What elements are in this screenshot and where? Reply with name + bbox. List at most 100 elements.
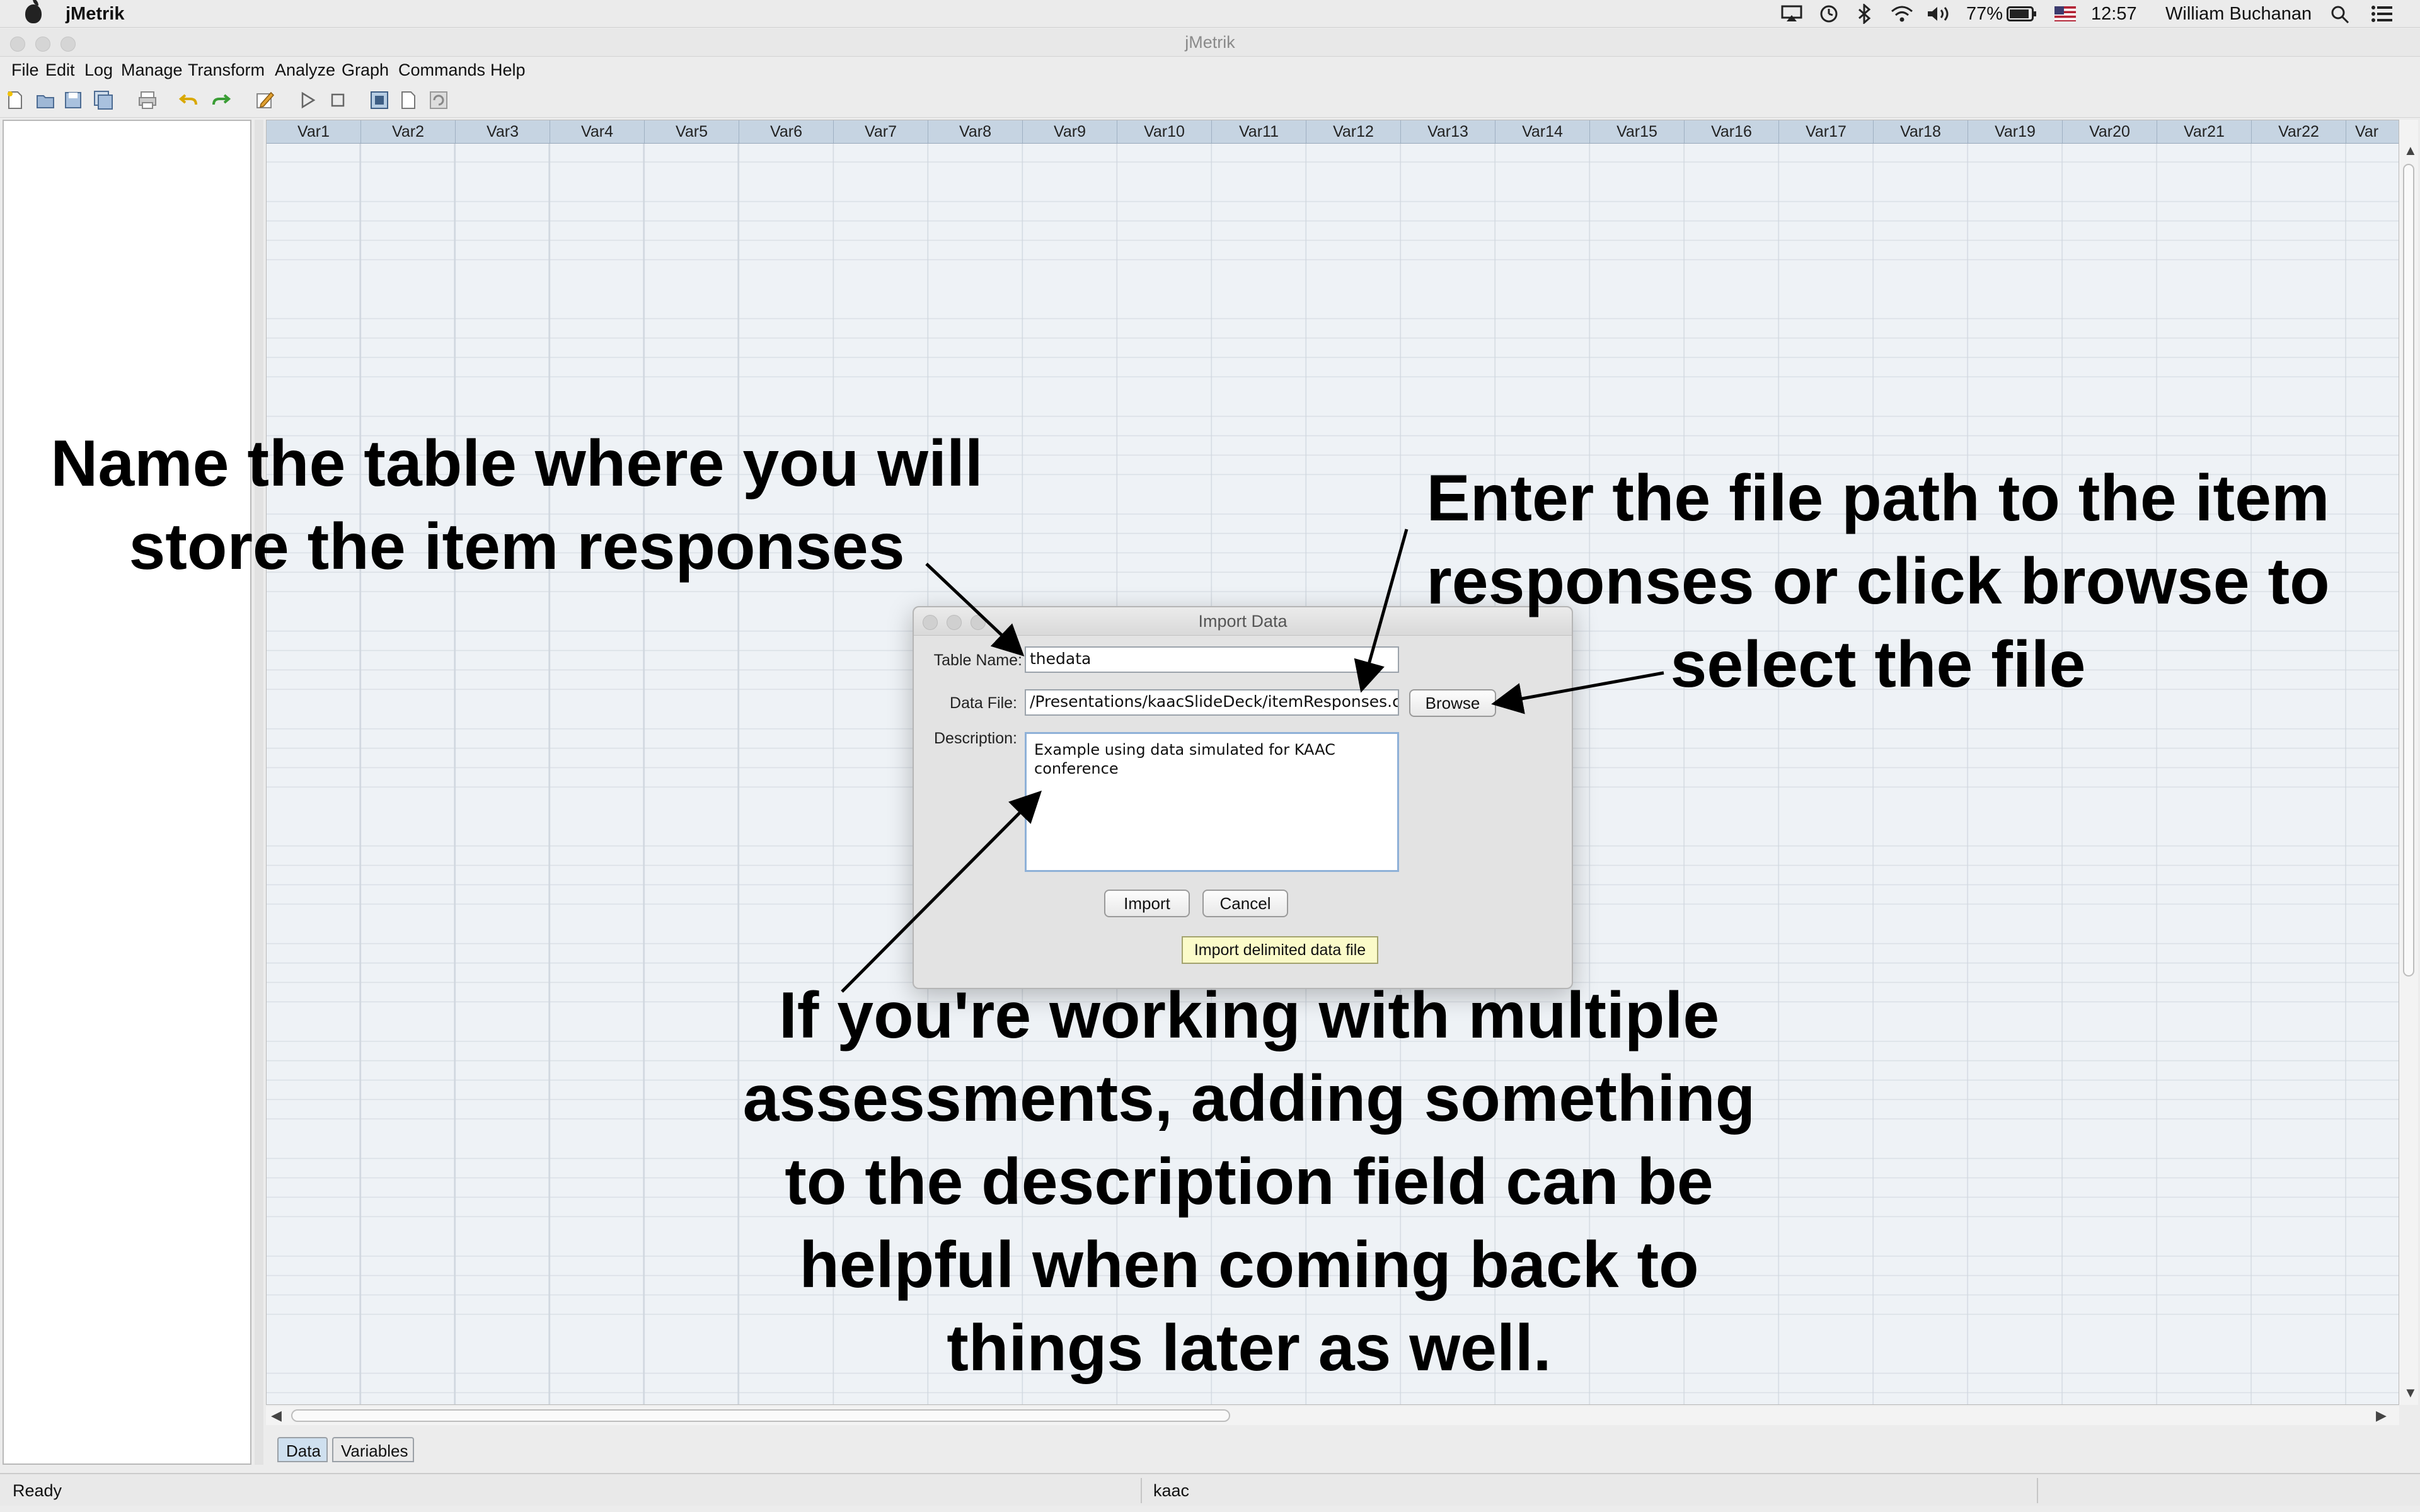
annotation-line: Name the table where you will: [50, 427, 983, 500]
column-header[interactable]: Var13: [1401, 120, 1495, 143]
column-header[interactable]: Var16: [1685, 120, 1779, 143]
column-header[interactable]: Var2: [361, 120, 456, 143]
annotation-file-path: Enter the file path to the item response…: [1374, 457, 2382, 706]
run-icon[interactable]: [297, 90, 318, 110]
column-header[interactable]: Var5: [645, 120, 739, 143]
clock[interactable]: 12:57: [2091, 0, 2137, 28]
vertical-scrollbar[interactable]: ▲ ▼: [2399, 120, 2418, 1405]
tab-variables[interactable]: Variables: [332, 1437, 414, 1462]
annotation-line: If you're working with multiple: [778, 979, 1720, 1052]
system-menu-bar: jMetrik 77% 12:57 William Buchanan: [0, 0, 2420, 28]
column-header[interactable]: Var4: [550, 120, 645, 143]
menu-help[interactable]: Help: [490, 57, 526, 83]
import-tooltip: Import delimited data file: [1182, 936, 1378, 964]
column-header[interactable]: Var14: [1495, 120, 1590, 143]
dialog-minimize-button[interactable]: [947, 615, 962, 630]
annotation-line: things later as well.: [947, 1312, 1552, 1385]
tab-data[interactable]: Data: [277, 1437, 328, 1462]
menu-log[interactable]: Log: [84, 57, 113, 83]
scroll-right-arrow-icon[interactable]: ▶: [2376, 1409, 2387, 1423]
import-button[interactable]: Import: [1104, 890, 1190, 917]
volume-icon[interactable]: [1926, 5, 1954, 23]
menu-graph[interactable]: Graph: [342, 57, 389, 83]
cancel-button[interactable]: Cancel: [1202, 890, 1288, 917]
status-database: kaac: [1143, 1478, 2038, 1503]
import-data-icon[interactable]: [369, 90, 389, 110]
menu-transform[interactable]: Transform: [188, 57, 265, 83]
data-file-label: Data File:: [950, 694, 1017, 712]
export-file-icon[interactable]: [398, 90, 418, 110]
table-header: Var1 Var2 Var3 Var4 Var5 Var6 Var7 Var8 …: [267, 120, 2399, 144]
dialog-close-button[interactable]: [923, 615, 938, 630]
notification-center-icon[interactable]: [2371, 5, 2392, 23]
new-file-icon[interactable]: [5, 90, 25, 110]
status-text: Ready: [3, 1478, 1142, 1503]
column-header[interactable]: Var18: [1874, 120, 1968, 143]
menu-edit[interactable]: Edit: [45, 57, 75, 83]
menu-file[interactable]: File: [11, 57, 39, 83]
user-name[interactable]: William Buchanan: [2165, 0, 2312, 28]
app-menu-bar: File Edit Log Manage Transform Analyze G…: [0, 57, 2420, 83]
refresh-icon[interactable]: [429, 90, 449, 110]
annotation-line: to the description field can be: [785, 1145, 1714, 1218]
status-bar: Ready kaac: [0, 1473, 2420, 1506]
column-header[interactable]: Var19: [1968, 120, 2063, 143]
time-machine-icon[interactable]: [1819, 4, 1839, 24]
spotlight-search-icon[interactable]: [2331, 5, 2349, 24]
column-header[interactable]: Var7: [834, 120, 928, 143]
annotation-table-name: Name the table where you will store the …: [13, 422, 1021, 588]
column-header[interactable]: Var22: [2252, 120, 2346, 143]
horizontal-scrollbar[interactable]: ◀ ▶: [266, 1406, 2399, 1425]
column-header[interactable]: Var10: [1117, 120, 1212, 143]
print-icon[interactable]: [137, 90, 158, 110]
horizontal-scroll-thumb[interactable]: [291, 1409, 1230, 1422]
column-header[interactable]: Var1: [267, 120, 361, 143]
vertical-scroll-thumb[interactable]: [2403, 164, 2414, 976]
column-header[interactable]: Var6: [739, 120, 834, 143]
save-all-icon[interactable]: [93, 90, 113, 110]
menu-manage[interactable]: Manage: [121, 57, 183, 83]
column-header[interactable]: Var15: [1590, 120, 1685, 143]
scroll-left-arrow-icon[interactable]: ◀: [271, 1409, 282, 1423]
annotation-line: Enter the file path to the item: [1426, 462, 2330, 535]
scroll-up-arrow-icon[interactable]: ▲: [2404, 144, 2417, 158]
toolbar: [0, 83, 2420, 118]
save-icon[interactable]: [63, 90, 83, 110]
menu-analyze[interactable]: Analyze: [275, 57, 335, 83]
wifi-icon[interactable]: [1889, 5, 1915, 23]
us-flag-icon[interactable]: [2054, 6, 2076, 21]
open-folder-icon[interactable]: [35, 90, 55, 110]
annotation-description: If you're working with multiple assessme…: [682, 974, 1816, 1390]
data-file-input[interactable]: /Presentations/kaacSlideDeck/itemRespons…: [1025, 689, 1399, 716]
column-header[interactable]: Var21: [2157, 120, 2252, 143]
bluetooth-icon[interactable]: [1857, 4, 1872, 24]
table-name-input[interactable]: thedata: [1025, 646, 1399, 673]
stop-icon[interactable]: [328, 90, 348, 110]
table-name-label: Table Name:: [933, 651, 1022, 669]
app-name[interactable]: jMetrik: [66, 0, 124, 28]
annotation-line: responses or click browse to: [1426, 545, 2330, 618]
column-header[interactable]: Var17: [1779, 120, 1874, 143]
airplay-icon[interactable]: [1781, 5, 1802, 23]
column-header[interactable]: Var11: [1212, 120, 1306, 143]
scroll-down-arrow-icon[interactable]: ▼: [2404, 1386, 2417, 1400]
column-header[interactable]: Var20: [2063, 120, 2157, 143]
battery-icon[interactable]: [2007, 6, 2037, 21]
menu-commands[interactable]: Commands: [398, 57, 485, 83]
apple-icon[interactable]: [25, 0, 42, 23]
edit-icon[interactable]: [255, 90, 275, 110]
column-header[interactable]: Var8: [928, 120, 1023, 143]
annotation-line: helpful when coming back to: [799, 1228, 1699, 1302]
column-header[interactable]: Var12: [1306, 120, 1401, 143]
split-pane-divider[interactable]: [255, 120, 263, 1465]
table-list-panel[interactable]: [3, 120, 251, 1465]
column-header[interactable]: Var9: [1023, 120, 1117, 143]
column-header[interactable]: Var3: [456, 120, 550, 143]
annotation-line: select the file: [1670, 628, 2086, 701]
annotation-line: assessments, adding something: [742, 1062, 1756, 1135]
description-textarea[interactable]: Example using data simulated for KAAC co…: [1025, 732, 1399, 872]
column-header[interactable]: Var: [2346, 120, 2399, 143]
undo-icon[interactable]: [179, 90, 199, 110]
dialog-zoom-button[interactable]: [971, 615, 986, 630]
redo-icon[interactable]: [210, 90, 231, 110]
